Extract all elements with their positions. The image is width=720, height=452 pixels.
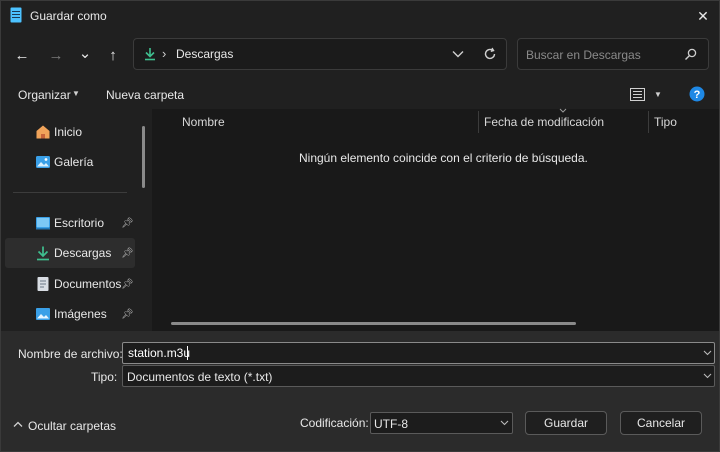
- view-options-dropdown-icon[interactable]: ▼: [654, 90, 662, 99]
- notepad-icon: [10, 7, 22, 23]
- pictures-icon: [36, 308, 50, 320]
- sidebar-divider: [13, 192, 127, 193]
- sidebar-item-imagenes[interactable]: Imágenes 📌︎: [5, 299, 135, 329]
- file-list: [152, 109, 719, 331]
- cancel-button[interactable]: Cancelar: [620, 411, 702, 435]
- sidebar-item-documentos[interactable]: Documentos 📌︎: [5, 269, 135, 299]
- sidebar-item-label: Documentos: [54, 277, 122, 291]
- empty-message: Ningún elemento coincide con el criterio…: [299, 151, 588, 165]
- refresh-icon[interactable]: [483, 47, 497, 61]
- filename-field[interactable]: station.m3u: [122, 342, 715, 364]
- column-divider[interactable]: [478, 111, 479, 133]
- sidebar-item-galeria[interactable]: Galería: [5, 147, 135, 177]
- chevron-down-icon[interactable]: [703, 350, 712, 356]
- chevron-up-icon[interactable]: [13, 421, 23, 428]
- pin-icon[interactable]: 📌︎: [121, 248, 134, 259]
- encoding-label: Codificación:: [300, 416, 369, 430]
- file-type-select[interactable]: Documentos de texto (*.txt): [122, 365, 715, 387]
- sidebar-scrollbar[interactable]: [142, 126, 145, 188]
- breadcrumb-current-folder[interactable]: Descargas: [176, 47, 233, 61]
- column-header-type[interactable]: Tipo: [654, 115, 677, 129]
- sidebar-item-inicio[interactable]: Inicio: [5, 117, 135, 147]
- desktop-icon: [36, 217, 50, 230]
- organize-dropdown-icon[interactable]: ▼: [72, 89, 80, 98]
- up-button[interactable]: ↑: [101, 43, 125, 67]
- recent-locations-button[interactable]: ⌄: [73, 41, 97, 65]
- hide-folders-button[interactable]: Ocultar carpetas: [28, 419, 116, 433]
- column-header-name[interactable]: Nombre: [182, 115, 225, 129]
- download-icon: [37, 246, 49, 261]
- chevron-down-icon[interactable]: [500, 420, 509, 426]
- horizontal-scrollbar[interactable]: [171, 322, 576, 325]
- address-bar[interactable]: › Descargas: [133, 38, 507, 70]
- window-title: Guardar como: [30, 9, 107, 23]
- chevron-down-icon[interactable]: [703, 373, 712, 379]
- close-icon[interactable]: ✕: [691, 4, 715, 28]
- title-bar: Guardar como ✕: [1, 1, 719, 31]
- search-box[interactable]: Buscar en Descargas: [517, 38, 709, 70]
- sidebar-item-escritorio[interactable]: Escritorio 📌︎: [5, 208, 135, 238]
- pin-icon[interactable]: 📌︎: [121, 309, 134, 320]
- download-icon: [145, 48, 155, 61]
- chevron-down-icon[interactable]: [452, 50, 464, 58]
- sidebar-item-label: Imágenes: [54, 307, 107, 321]
- documents-icon: [37, 277, 49, 291]
- search-input[interactable]: Buscar en Descargas: [526, 48, 641, 62]
- gallery-icon: [36, 156, 50, 168]
- help-icon[interactable]: ?: [689, 86, 705, 102]
- svg-text:?: ?: [694, 89, 701, 101]
- forward-button[interactable]: →: [44, 43, 68, 67]
- save-button[interactable]: Guardar: [525, 411, 607, 435]
- pin-icon[interactable]: 📌︎: [121, 218, 134, 229]
- filename-label: Nombre de archivo:: [18, 347, 123, 361]
- sidebar-item-label: Inicio: [54, 125, 83, 139]
- column-divider[interactable]: [648, 111, 649, 133]
- new-folder-button[interactable]: Nueva carpeta: [106, 88, 184, 102]
- text-cursor: [187, 346, 188, 360]
- home-icon: [36, 125, 50, 139]
- sidebar-item-descargas[interactable]: Descargas 📌︎: [5, 238, 135, 268]
- file-type-value: Documentos de texto (*.txt): [127, 370, 273, 384]
- view-details-icon[interactable]: [630, 88, 645, 101]
- column-header-date-modified[interactable]: Fecha de modificación: [484, 115, 604, 129]
- sidebar-item-label: Galería: [54, 155, 94, 169]
- sidebar-item-label: Descargas: [54, 246, 112, 260]
- back-button[interactable]: ←: [10, 43, 34, 67]
- sidebar-item-label: Escritorio: [54, 216, 105, 230]
- filename-value: station.m3u: [128, 346, 191, 360]
- save-as-dialog: Guardar como ✕ ← → ⌄ ↑ › Descargas Busca…: [0, 0, 720, 452]
- search-icon[interactable]: [684, 48, 697, 61]
- pin-icon[interactable]: 📌︎: [121, 279, 134, 290]
- organize-menu-button[interactable]: Organizar: [18, 88, 71, 102]
- encoding-value: UTF-8: [374, 417, 408, 431]
- encoding-select[interactable]: UTF-8: [370, 412, 513, 434]
- type-label: Tipo:: [91, 370, 118, 384]
- sort-chevron-icon: [559, 108, 567, 113]
- breadcrumb-separator: ›: [162, 46, 167, 61]
